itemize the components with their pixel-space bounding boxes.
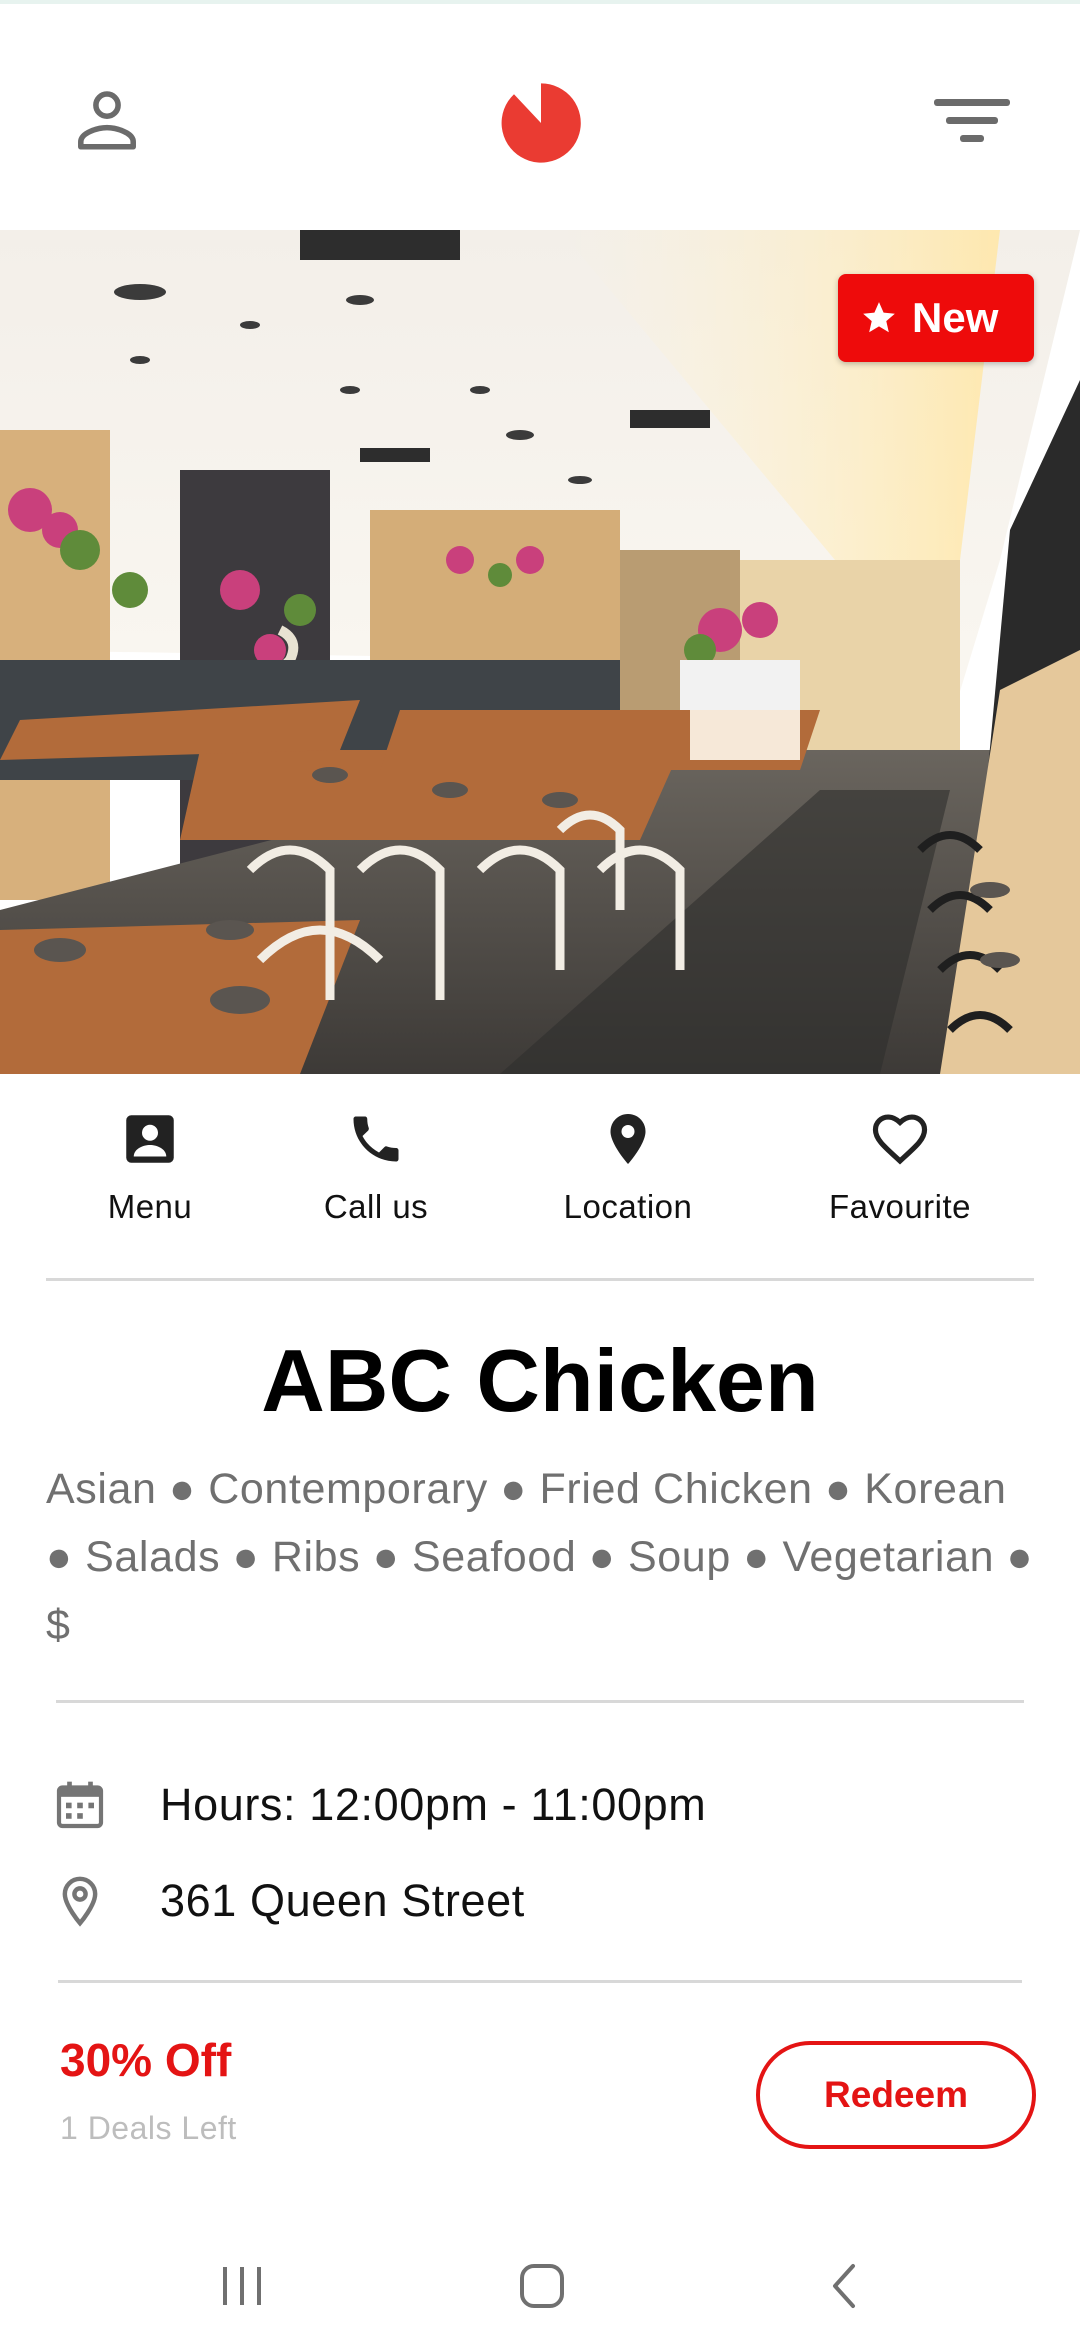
home-icon bbox=[520, 2264, 564, 2308]
pie-logo-icon bbox=[501, 83, 581, 163]
location-pin-icon bbox=[610, 1114, 646, 1164]
menu-label: Menu bbox=[107, 1188, 193, 1225]
divider bbox=[46, 1278, 1034, 1281]
favourite-label: Favourite bbox=[828, 1188, 972, 1225]
divider bbox=[58, 1980, 1022, 1983]
person-outline-icon bbox=[78, 91, 136, 150]
home-button[interactable] bbox=[502, 2256, 582, 2316]
location-label: Location bbox=[563, 1188, 693, 1225]
deals-left: 1 Deals Left bbox=[60, 2110, 237, 2146]
new-badge-label: New bbox=[912, 294, 999, 341]
divider bbox=[56, 1700, 1024, 1703]
call-us-label: Call us bbox=[323, 1188, 429, 1225]
back-button[interactable] bbox=[806, 2256, 886, 2316]
system-nav-bar bbox=[0, 2230, 1080, 2343]
favourite-button[interactable]: Favourite bbox=[790, 1104, 1010, 1226]
filter-lines-icon bbox=[934, 99, 1010, 142]
location-button[interactable]: Location bbox=[518, 1104, 738, 1226]
back-icon bbox=[833, 2264, 855, 2308]
hours-text: Hours: 12:00pm - 11:00pm bbox=[160, 1779, 707, 1830]
recents-button[interactable] bbox=[202, 2256, 282, 2316]
app-header bbox=[0, 4, 1080, 230]
action-bar: Menu Call us Location Favourite bbox=[0, 1074, 1080, 1274]
cuisine-tags: Asian ● Contemporary ● Fried Chicken ● K… bbox=[46, 1465, 1034, 1649]
redeem-label: Redeem bbox=[824, 2074, 968, 2115]
call-us-button[interactable]: Call us bbox=[266, 1104, 486, 1226]
heart-outline-icon bbox=[872, 1114, 928, 1165]
contact-card-icon bbox=[126, 1115, 174, 1163]
filter-button[interactable] bbox=[930, 86, 1014, 156]
menu-button[interactable]: Menu bbox=[40, 1104, 260, 1226]
phone-icon bbox=[353, 1116, 399, 1162]
hours-row: Hours: 12:00pm - 11:00pm bbox=[50, 1775, 706, 1835]
app-logo[interactable] bbox=[493, 75, 589, 171]
address-row: 361 Queen Street bbox=[50, 1871, 525, 1931]
profile-button[interactable] bbox=[62, 74, 152, 164]
recents-icon bbox=[223, 2267, 261, 2305]
calendar-icon bbox=[56, 1781, 104, 1829]
restaurant-photo: New bbox=[0, 230, 1080, 1074]
location-outline-icon bbox=[62, 1876, 98, 1927]
deal-title: 30% Off bbox=[60, 2034, 232, 2086]
star-icon bbox=[863, 302, 895, 333]
redeem-button[interactable]: Redeem bbox=[756, 2041, 1036, 2149]
address-text: 361 Queen Street bbox=[160, 1875, 525, 1926]
new-badge: New bbox=[838, 274, 1034, 362]
restaurant-name: ABC Chicken bbox=[261, 1331, 819, 1430]
